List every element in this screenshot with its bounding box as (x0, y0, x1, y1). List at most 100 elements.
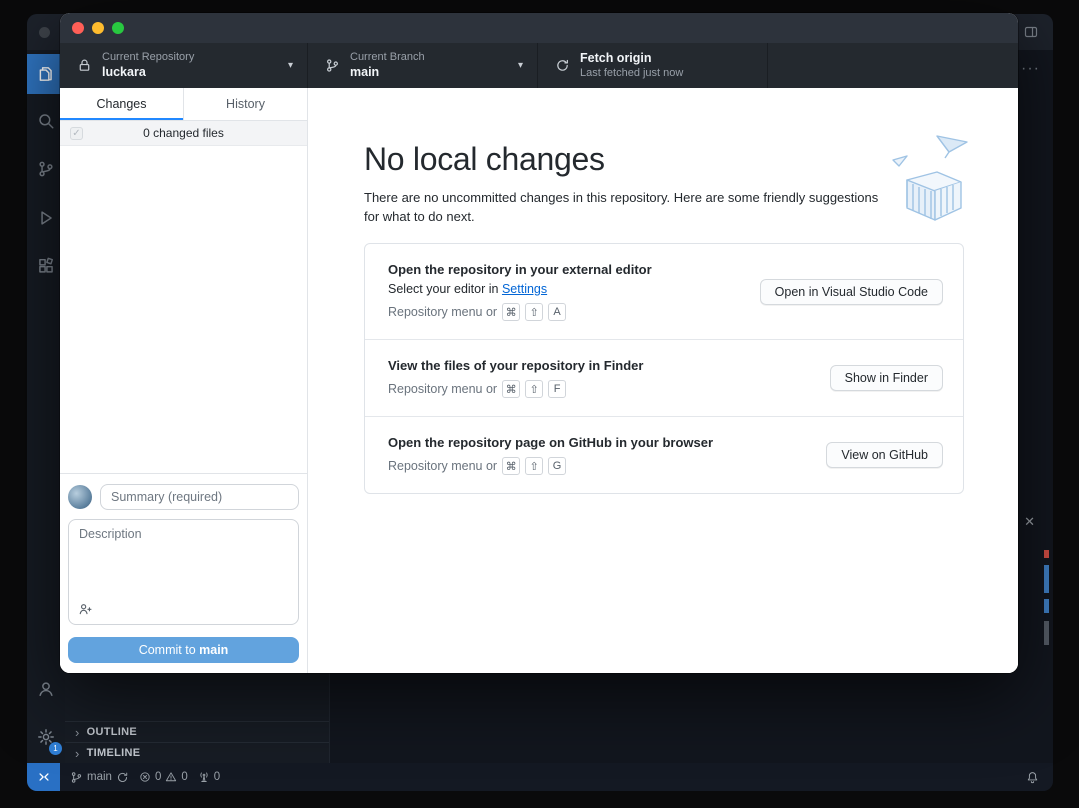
sync-icon (116, 771, 129, 784)
ghd-toolbar: Current Repository luckara ▾ Current Bra… (60, 43, 1018, 88)
add-coauthor-button[interactable] (78, 602, 93, 617)
key-letter: A (548, 303, 566, 321)
panel-close-icon[interactable]: ✕ (1024, 514, 1035, 530)
repository-name: luckara (102, 66, 194, 79)
current-branch-dropdown[interactable]: Current Branch main ▾ (308, 43, 538, 88)
fetch-title: Fetch origin (580, 52, 683, 65)
error-count: 0 (155, 771, 161, 783)
branch-label: Current Branch (350, 52, 425, 63)
statusbar-branch[interactable]: main (70, 771, 129, 784)
changes-list-empty (60, 146, 307, 473)
search-icon (37, 112, 55, 130)
suggestions-card: Open the repository in your external edi… (364, 243, 964, 494)
ports-count: 0 (214, 771, 220, 783)
no-changes-panel: No local changes There are no uncommitte… (308, 88, 1018, 673)
suggestion-shortcut: Repository menu or ⌘ ⇧ G (388, 457, 713, 475)
outline-label: OUTLINE (87, 726, 137, 738)
suggestion-shortcut: Repository menu or ⌘ ⇧ A (388, 303, 652, 321)
maximize-traffic-light[interactable] (112, 22, 124, 34)
key-letter: F (548, 380, 566, 398)
traffic-light-inactive[interactable] (39, 27, 50, 38)
open-in-vscode-button[interactable]: Open in Visual Studio Code (760, 279, 943, 305)
suggestion-title: View the files of your repository in Fin… (388, 358, 643, 373)
toolbar-filler (768, 43, 1018, 88)
ghd-titlebar (60, 13, 1018, 43)
files-icon (37, 65, 55, 83)
extensions-icon (37, 257, 55, 275)
key-letter: G (548, 457, 566, 475)
suggestion-subtitle: Select your editor in Settings (388, 282, 652, 296)
changed-files-row: ✓ 0 changed files (60, 121, 307, 146)
minimap-marker-blue (1044, 565, 1049, 593)
sync-icon (555, 58, 570, 73)
tab-changes[interactable]: Changes (60, 88, 183, 120)
warning-icon (165, 771, 177, 783)
source-control-icon (37, 160, 55, 178)
key-command: ⌘ (502, 303, 520, 321)
account-icon (37, 680, 55, 698)
editor-actions-overflow[interactable]: ··· (1021, 60, 1040, 78)
tab-history[interactable]: History (183, 88, 307, 120)
repository-label: Current Repository (102, 52, 194, 63)
key-command: ⌘ (502, 457, 520, 475)
remote-indicator[interactable] (27, 763, 60, 791)
branch-name: main (350, 66, 425, 79)
bell-icon (1026, 771, 1039, 784)
suggestion-title: Open the repository page on GitHub in yo… (388, 435, 713, 450)
close-traffic-light[interactable] (72, 22, 84, 34)
suggestion-open-editor: Open the repository in your external edi… (365, 244, 963, 339)
vscode-statusbar: main 0 0 0 (27, 763, 1053, 791)
suggestion-show-finder: View the files of your repository in Fin… (365, 339, 963, 416)
activity-settings[interactable]: 1 (27, 717, 65, 757)
chevron-right-icon: › (75, 725, 80, 740)
show-in-finder-button[interactable]: Show in Finder (830, 365, 943, 391)
git-branch-icon (70, 771, 83, 784)
chevron-down-icon: ▾ (518, 60, 523, 71)
commit-description-input[interactable] (69, 520, 298, 598)
minimap-marker-blue (1044, 599, 1049, 613)
commit-form: Commit to main (60, 473, 307, 673)
blankslate-illustration-icon (889, 132, 971, 224)
key-command: ⌘ (502, 380, 520, 398)
commit-description-field (68, 519, 299, 625)
statusbar-ports[interactable]: 0 (198, 771, 220, 783)
outline-section[interactable]: › OUTLINE (65, 721, 329, 742)
user-avatar (68, 485, 92, 509)
commit-to-main-button[interactable]: Commit to main (68, 637, 299, 663)
current-repository-dropdown[interactable]: Current Repository luckara ▾ (60, 43, 308, 88)
branch-name: main (87, 771, 112, 783)
activity-account[interactable] (27, 669, 65, 709)
chevron-down-icon: ▾ (288, 60, 293, 71)
notifications-bell[interactable] (1026, 771, 1039, 784)
layout-customize-icon[interactable] (1023, 24, 1039, 40)
lock-icon (77, 58, 92, 73)
page-subtitle: There are no uncommitted changes in this… (364, 188, 884, 226)
changes-sidebar: Changes History ✓ 0 changed files (60, 88, 308, 673)
commit-summary-input[interactable] (100, 484, 299, 510)
chevron-right-icon: › (75, 746, 80, 761)
suggestion-title: Open the repository in your external edi… (388, 262, 652, 277)
key-shift: ⇧ (525, 380, 543, 398)
select-all-checkbox[interactable]: ✓ (70, 127, 83, 140)
minimap-marker-red (1044, 550, 1049, 558)
suggestion-view-github: Open the repository page on GitHub in yo… (365, 416, 963, 493)
run-debug-icon (37, 209, 55, 227)
fetch-subtitle: Last fetched just now (580, 68, 683, 79)
minimize-traffic-light[interactable] (92, 22, 104, 34)
statusbar-problems[interactable]: 0 0 (139, 771, 188, 783)
key-shift: ⇧ (525, 303, 543, 321)
git-branch-icon (325, 58, 340, 73)
warning-count: 0 (181, 771, 187, 783)
remote-icon (37, 770, 51, 784)
view-on-github-button[interactable]: View on GitHub (826, 442, 943, 468)
suggestion-shortcut: Repository menu or ⌘ ⇧ F (388, 380, 643, 398)
radio-tower-icon (198, 771, 210, 783)
changed-files-label: 0 changed files (143, 126, 224, 140)
minimap-marker-gray (1044, 621, 1049, 645)
settings-link[interactable]: Settings (502, 282, 547, 296)
timeline-section[interactable]: › TIMELINE (65, 742, 329, 763)
fetch-origin-button[interactable]: Fetch origin Last fetched just now (538, 43, 768, 88)
github-desktop-window: Current Repository luckara ▾ Current Bra… (60, 13, 1018, 673)
settings-badge: 1 (49, 742, 62, 755)
timeline-label: TIMELINE (87, 747, 141, 759)
